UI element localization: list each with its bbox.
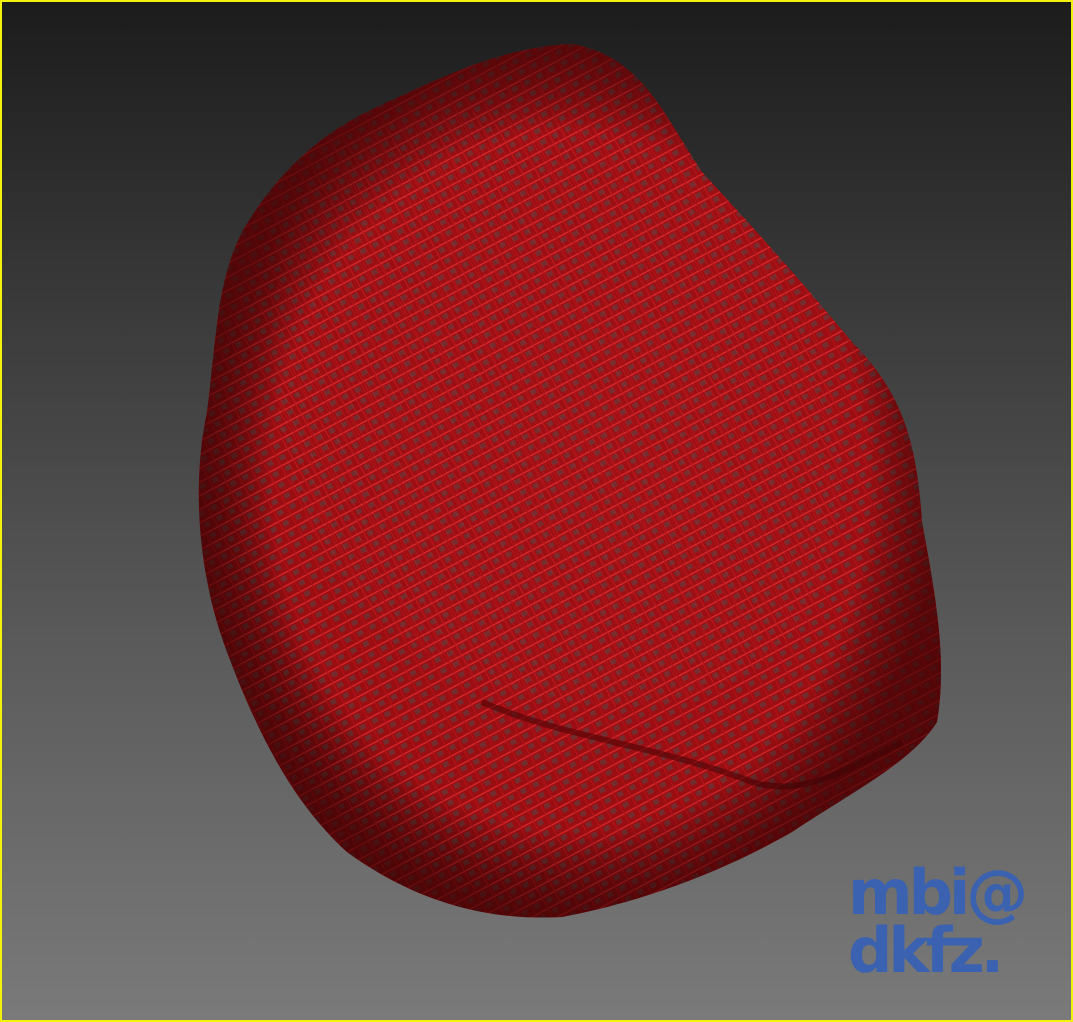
render-viewport[interactable]: mbi@ dkfz. (0, 0, 1073, 1022)
logo-line-2: dkfz. (848, 914, 1004, 987)
mbi-dkfz-logo: mbi@ dkfz. (848, 862, 1048, 992)
tumor-surface-mesh (198, 44, 942, 918)
